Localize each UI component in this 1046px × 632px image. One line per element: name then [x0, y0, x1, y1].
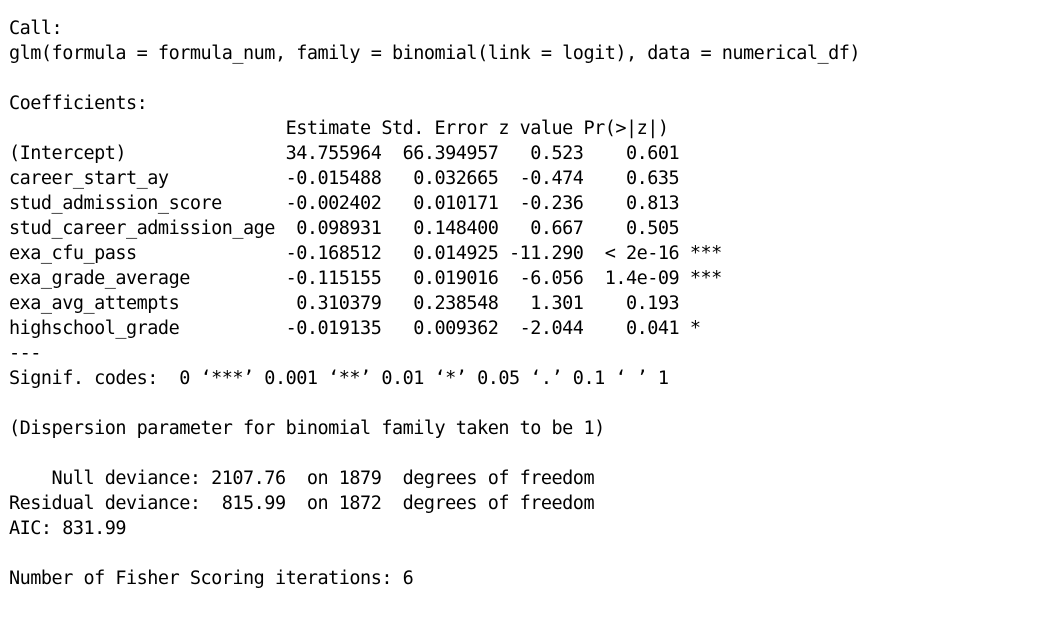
call-text: glm(formula = formula_num, family = bino…: [9, 43, 861, 64]
coefficient-row-stud-career-admission-age: stud_career_admission_age 0.098931 0.148…: [9, 218, 722, 239]
coefficients-label: Coefficients:: [9, 93, 148, 114]
coefficient-row-highschool-grade: highschool_grade -0.019135 0.009362 -2.0…: [9, 318, 722, 339]
null-deviance: Null deviance: 2107.76 on 1879 degrees o…: [9, 468, 595, 489]
fisher-scoring-iterations: Number of Fisher Scoring iterations: 6: [9, 568, 414, 589]
aic-value: AIC: 831.99: [9, 518, 127, 539]
coefficient-row-exa-grade-average: exa_grade_average -0.115155 0.019016 -6.…: [9, 268, 722, 289]
coefficient-row-exa-cfu-pass: exa_cfu_pass -0.168512 0.014925 -11.290 …: [9, 243, 722, 264]
residual-deviance: Residual deviance: 815.99 on 1872 degree…: [9, 493, 595, 514]
signif-codes: Signif. codes: 0 ‘***’ 0.001 ‘**’ 0.01 ‘…: [9, 368, 669, 389]
coefficient-row-career-start-ay: career_start_ay -0.015488 0.032665 -0.47…: [9, 168, 722, 189]
coefficient-row-stud-admission-score: stud_admission_score -0.002402 0.010171 …: [9, 193, 722, 214]
call-label: Call:: [9, 18, 63, 39]
coefficient-row-intercept: (Intercept) 34.755964 66.394957 0.523 0.…: [9, 143, 722, 164]
separator-line: ---: [9, 343, 41, 364]
dispersion-note: (Dispersion parameter for binomial famil…: [9, 418, 605, 439]
coefficients-table-header: Estimate Std. Error z value Pr(>|z|): [9, 118, 712, 139]
r-console-output: Call: glm(formula = formula_num, family …: [0, 0, 1046, 632]
coefficient-row-exa-avg-attempts: exa_avg_attempts 0.310379 0.238548 1.301…: [9, 293, 722, 314]
